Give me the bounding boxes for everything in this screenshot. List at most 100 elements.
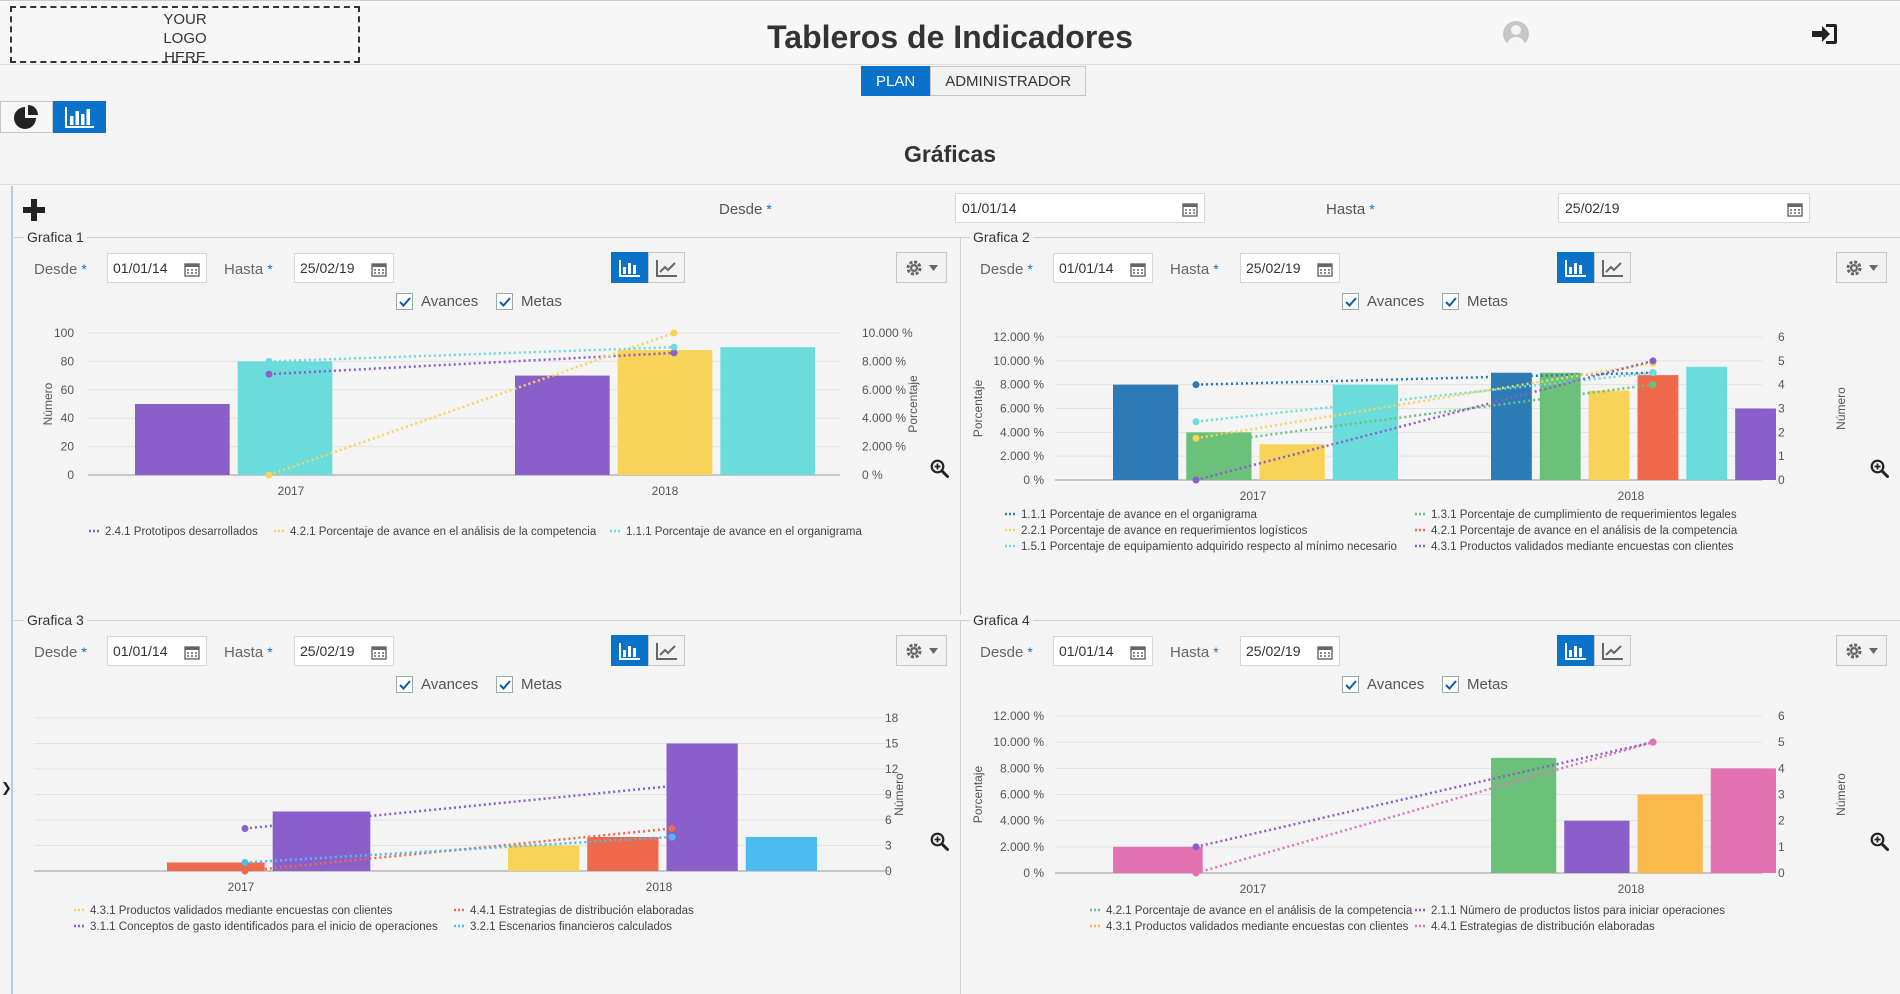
bar [1564, 820, 1630, 873]
line-chart-icon [1601, 259, 1623, 277]
target-marker [1649, 357, 1657, 365]
desde-date-input[interactable]: 01/01/14 [107, 253, 207, 283]
bar-chart-button[interactable] [1557, 635, 1594, 666]
logout-icon[interactable] [1812, 23, 1838, 50]
metas-checkbox[interactable]: Metas [1442, 676, 1508, 693]
hasta-date-input[interactable]: 25/02/19 [294, 636, 394, 666]
chart-type-toggle [1557, 635, 1631, 666]
bar [666, 743, 738, 871]
calendar-icon [1317, 263, 1333, 277]
target-marker [668, 825, 676, 832]
bar-chart-button[interactable] [611, 635, 648, 666]
hasta-date-input[interactable]: 25/02/19 [1558, 193, 1810, 223]
y-left-tick-label: 8.000 % [1000, 378, 1044, 392]
avances-checkbox[interactable]: Avances [1342, 676, 1424, 693]
line-chart-button[interactable] [1594, 635, 1631, 666]
y-right-tick-label: 3 [885, 839, 892, 853]
global-filter-bar: Desde * 01/01/14 Hasta * 25/02/19 [0, 186, 1900, 234]
bar-chart-button[interactable] [611, 252, 648, 283]
y-right-tick-label: 3 [1778, 402, 1785, 416]
target-marker [1192, 869, 1200, 877]
bar-view-button[interactable] [53, 101, 106, 133]
tab-plan[interactable]: PLAN [861, 66, 931, 96]
side-panel-toggle[interactable]: ❯ [0, 186, 13, 994]
hasta-date-input[interactable]: 25/02/19 [1240, 636, 1340, 666]
metas-checkbox[interactable]: Metas [496, 293, 562, 310]
check-icon [1442, 293, 1459, 310]
target-marker [1649, 738, 1657, 746]
hasta-label: Hasta * [1326, 201, 1375, 218]
target-line [1195, 359, 1654, 482]
line-chart-button[interactable] [648, 635, 685, 666]
avances-checkbox[interactable]: Avances [396, 293, 478, 310]
metas-checkbox[interactable]: Metas [496, 676, 562, 693]
legend-item: 1.3.1 Porcentaje de cumplimiento de requ… [1431, 509, 1737, 521]
chart-settings-button[interactable] [1836, 635, 1887, 666]
legend-item: 4.4.1 Estrategias de distribución elabor… [470, 905, 694, 917]
view-toggle [0, 101, 106, 133]
user-icon[interactable] [1503, 21, 1529, 47]
legend-item: 2.1.1 Número de productos listos para in… [1431, 905, 1725, 917]
legend-item: 2.4.1 Prototipos desarrollados [105, 526, 258, 538]
calendar-icon [1317, 646, 1333, 660]
zoom-in-icon[interactable] [1870, 459, 1889, 483]
hasta-date-input[interactable]: 25/02/19 [1240, 253, 1340, 283]
hasta-date-input[interactable]: 25/02/19 [294, 253, 394, 283]
y-right-tick-label: 6 [885, 813, 892, 827]
calendar-icon [1130, 646, 1146, 660]
y-right-tick-label: 2.000 % [862, 440, 906, 454]
avances-checkbox[interactable]: Avances [1342, 293, 1424, 310]
panel-title: Grafica 3 [24, 612, 87, 628]
desde-date-input[interactable]: 01/01/14 [107, 636, 207, 666]
y-left-tick-label: 80 [61, 354, 75, 368]
zoom-in-icon[interactable] [1870, 832, 1889, 856]
bar [237, 361, 333, 475]
bar [1637, 375, 1679, 480]
x-tick-label: 2017 [228, 880, 255, 894]
desde-date-input[interactable]: 01/01/14 [955, 193, 1205, 223]
tab-administrador[interactable]: ADMINISTRADOR [930, 66, 1087, 96]
zoom-in-icon[interactable] [930, 459, 949, 483]
desde-date-input[interactable]: 01/01/14 [1053, 636, 1153, 666]
metas-checkbox[interactable]: Metas [1442, 293, 1508, 310]
panel-title: Grafica 1 [24, 229, 87, 245]
y-left-tick-label: 100 [54, 326, 74, 340]
bar [135, 404, 230, 475]
chart-settings-button[interactable] [896, 635, 947, 666]
divider [0, 184, 1900, 185]
legend-item: 3.1.1 Conceptos de gasto identificados p… [90, 921, 438, 933]
legend-item: 2.2.1 Porcentaje de avance en requerimie… [1021, 525, 1308, 537]
line-chart-button[interactable] [1594, 252, 1631, 283]
hasta-label: Hasta * [1170, 644, 1219, 661]
bar-chart-button[interactable] [1557, 252, 1594, 283]
y-left-tick-label: 4.000 % [1000, 814, 1044, 828]
legend-item: 3.2.1 Escenarios financieros calculados [470, 921, 672, 933]
chart-settings-button[interactable] [1836, 252, 1887, 283]
desde-date-input[interactable]: 01/01/14 [1053, 253, 1153, 283]
legend-item: 4.4.1 Estrategias de distribución elabor… [1431, 921, 1655, 933]
y-right-tick-label: 0 [1778, 473, 1785, 487]
y-left-tick-label: 0 [67, 468, 74, 482]
check-icon [496, 676, 513, 693]
legend-item: 4.3.1 Productos validados mediante encue… [1106, 921, 1409, 933]
desde-label: Desde * [980, 644, 1033, 661]
bar [1686, 366, 1728, 480]
bar [1113, 846, 1203, 873]
pie-view-button[interactable] [0, 101, 53, 133]
bar [1710, 768, 1776, 873]
add-chart-button[interactable] [22, 198, 46, 227]
line-chart-icon [655, 642, 677, 660]
zoom-in-icon[interactable] [930, 832, 949, 856]
line-chart-button[interactable] [648, 252, 685, 283]
target-marker [241, 867, 249, 875]
chart-settings-button[interactable] [896, 252, 947, 283]
y-right-tick-label: 2 [1778, 814, 1785, 828]
y-left-tick-label: 40 [61, 411, 75, 425]
calendar-icon [1182, 203, 1198, 217]
bar [587, 837, 659, 871]
gear-icon [1846, 260, 1862, 275]
bar [1588, 390, 1630, 480]
line-chart-icon [1601, 642, 1623, 660]
avances-checkbox[interactable]: Avances [396, 676, 478, 693]
caret-down-icon [929, 647, 938, 654]
